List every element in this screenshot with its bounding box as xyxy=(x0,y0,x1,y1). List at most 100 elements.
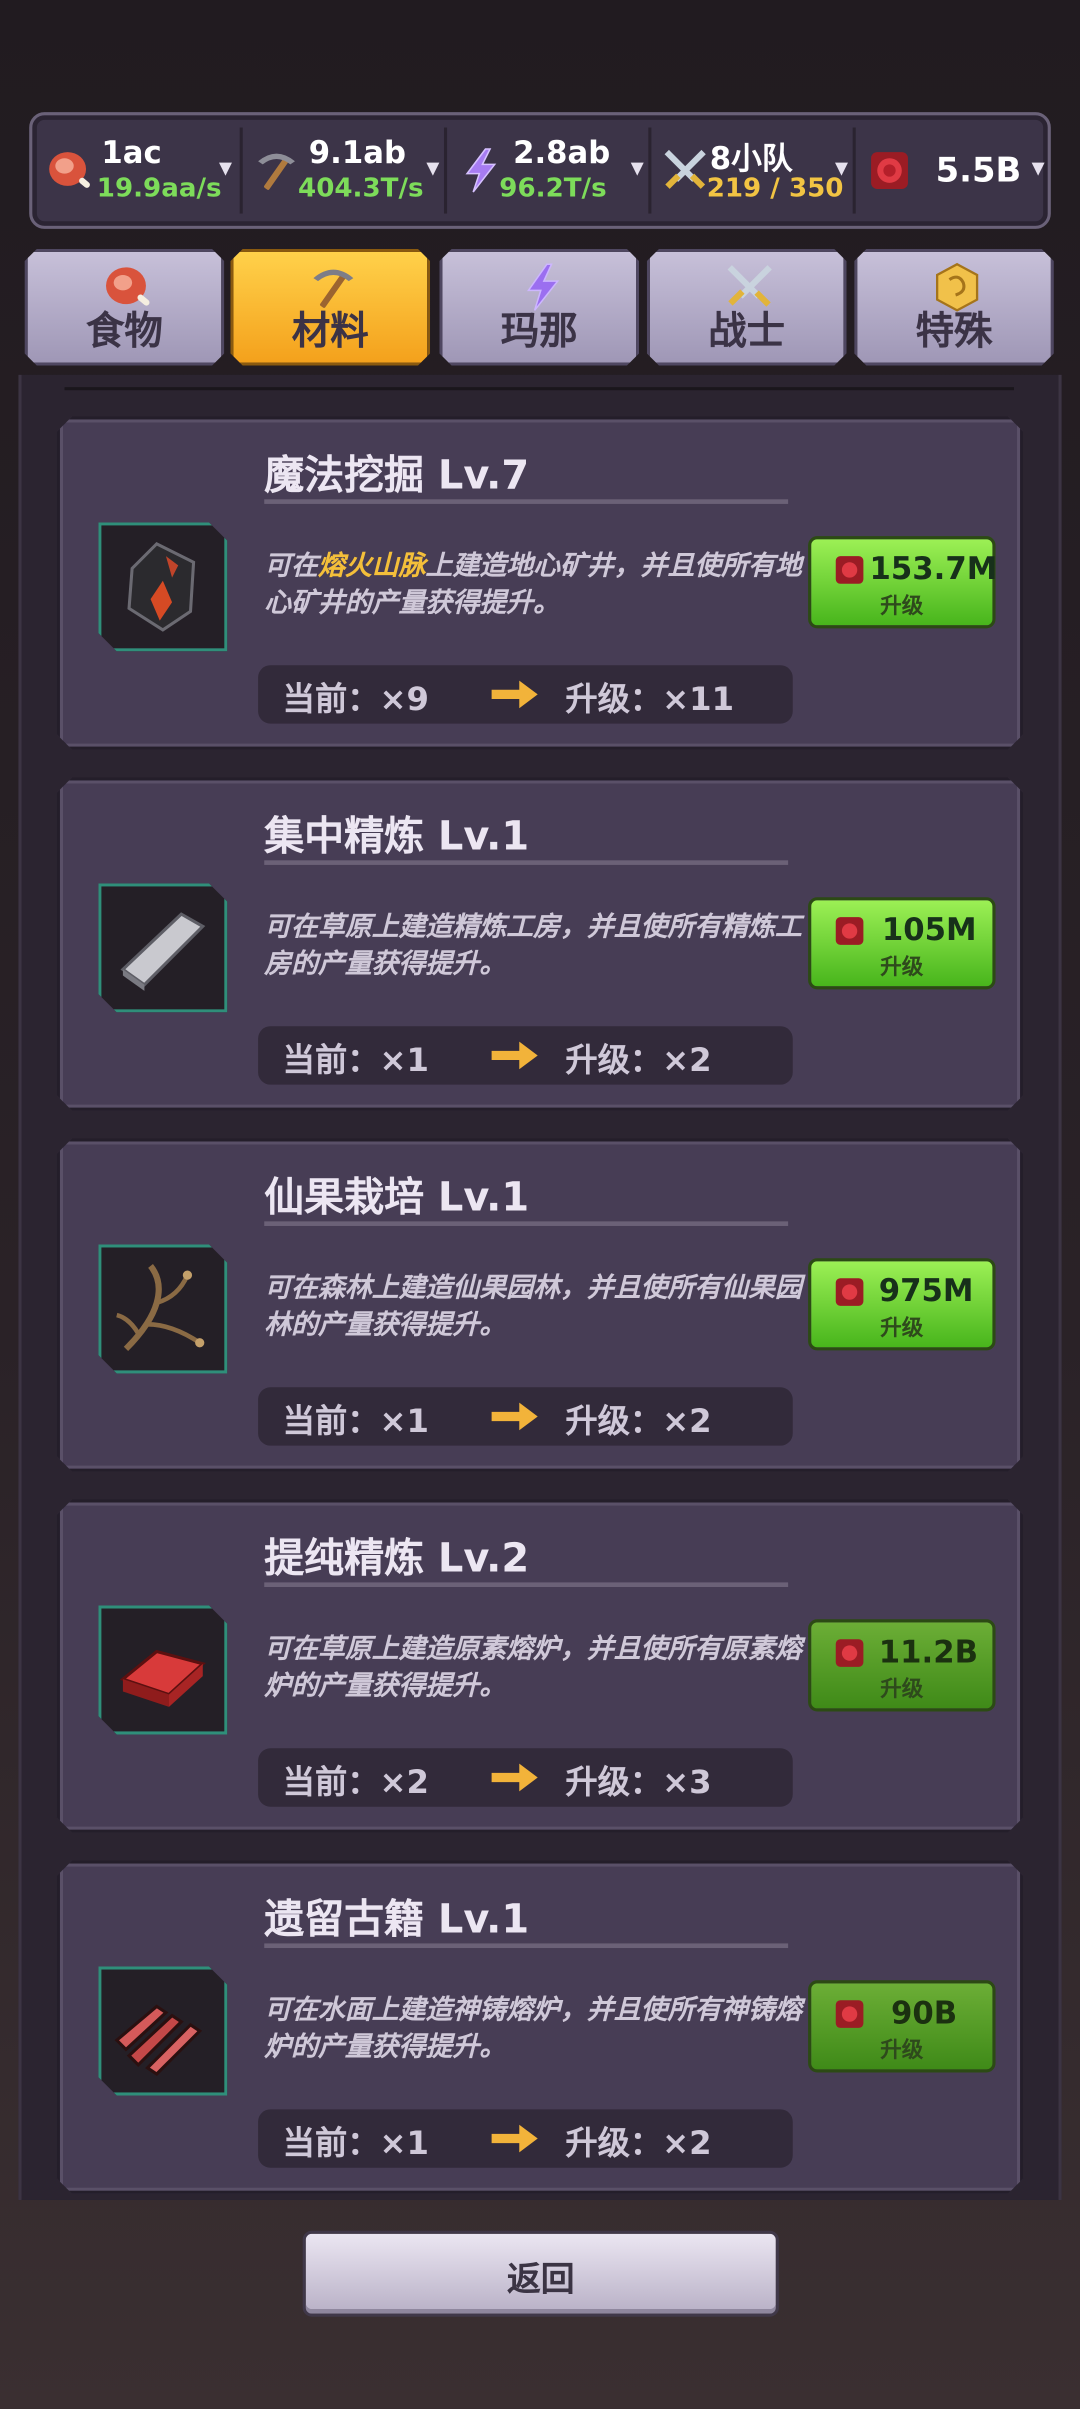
chevron-down-icon: ▼ xyxy=(1031,158,1045,179)
upgrade-button[interactable]: 105M 升级 xyxy=(808,897,995,989)
arrow-right-icon xyxy=(489,2123,541,2154)
upgrade-description: 可在草原上建造精炼工房，并且使所有精炼工房的产量获得提升。 xyxy=(264,912,802,981)
mana-amount: 2.8ab xyxy=(513,133,611,171)
upgrade-card: 仙果栽培 Lv.1 可在森林上建造仙果园林，并且使所有仙果园林的产量获得提升。 … xyxy=(57,1138,1023,1471)
resource-bar: 1ac 19.9aa/s ▼ 9.1ab 404.3T/s ▼ 2.8ab 96… xyxy=(29,112,1051,229)
branch-icon xyxy=(111,1257,215,1361)
upgrade-button-label: 升级 xyxy=(880,1316,924,1342)
upgrade-description: 可在水面上建造神铸熔炉，并且使所有神铸熔炉的产量获得提升。 xyxy=(264,1995,802,2064)
mana-rate: 96.2T/s xyxy=(499,173,607,205)
upgrade-button[interactable]: 153.7M 升级 xyxy=(808,536,995,628)
upgrade-card: 提纯精炼 Lv.2 可在草原上建造原素熔炉，并且使所有原素熔炉的产量获得提升。 … xyxy=(57,1499,1023,1832)
tab-food-label: 食物 xyxy=(86,308,163,354)
tab-special[interactable]: 特殊 xyxy=(854,249,1054,366)
next-multiplier: 升级：×2 xyxy=(565,1402,712,1440)
upgrade-price: 105M xyxy=(881,911,977,948)
upgrade-title: 遗留古籍 Lv.1 xyxy=(264,1897,530,1944)
upgrade-icon-frame xyxy=(98,1966,227,2095)
red-gem-icon xyxy=(833,1636,867,1670)
multiplier-bar: 当前：×2 升级：×3 xyxy=(258,1748,793,1806)
warriors-amount: 8小队 xyxy=(709,139,793,177)
upgrade-card: 遗留古籍 Lv.1 可在水面上建造神铸熔炉，并且使所有神铸熔炉的产量获得提升。 … xyxy=(57,1860,1023,2193)
upgrade-card: 集中精炼 Lv.1 可在草原上建造精炼工房，并且使所有精炼工房的产量获得提升。 … xyxy=(57,777,1023,1110)
tab-material[interactable]: 材料 xyxy=(230,249,430,366)
upgrade-title: 提纯精炼 Lv.2 xyxy=(264,1536,530,1583)
tab-material-label: 材料 xyxy=(291,308,369,354)
divider xyxy=(64,387,1014,391)
material-amount: 9.1ab xyxy=(308,133,406,171)
upgrade-button[interactable]: 11.2B 升级 xyxy=(808,1619,995,1711)
pickaxe-icon xyxy=(258,153,295,190)
upgrade-description: 可在森林上建造仙果园林，并且使所有仙果园林的产量获得提升。 xyxy=(264,1273,802,1342)
chevron-down-icon: ▼ xyxy=(835,158,849,179)
red-gem-icon xyxy=(833,1275,867,1309)
next-multiplier: 升级：×2 xyxy=(565,1041,712,1079)
upgrade-icon-frame xyxy=(98,522,227,651)
tab-special-label: 特殊 xyxy=(915,308,993,354)
black-ore-icon xyxy=(111,535,215,639)
tab-warriors-label: 战士 xyxy=(708,308,786,354)
multiplier-bar: 当前：×1 升级：×2 xyxy=(258,2109,793,2167)
upgrade-description: 可在熔火山脉上建造地心矿井，并且使所有地心矿井的产量获得提升。 xyxy=(264,551,802,620)
upgrade-description: 可在草原上建造原素熔炉，并且使所有原素熔炉的产量获得提升。 xyxy=(264,1634,802,1703)
gem-amount: 5.5B xyxy=(935,152,1022,191)
divider xyxy=(264,1582,788,1587)
upgrade-button-label: 升级 xyxy=(880,1677,924,1703)
current-multiplier: 当前：×1 xyxy=(282,1402,429,1440)
upgrade-button[interactable]: 975M 升级 xyxy=(808,1258,995,1350)
upgrade-button[interactable]: 90B 升级 xyxy=(808,1980,995,2072)
upgrade-icon-frame xyxy=(98,1244,227,1373)
divider xyxy=(264,1221,788,1226)
multiplier-bar: 当前：×9 升级：×11 xyxy=(258,665,793,723)
red-bars-icon xyxy=(111,1979,215,2083)
resource-material[interactable]: 9.1ab 404.3T/s ▼ xyxy=(243,124,443,216)
next-multiplier: 升级：×3 xyxy=(565,1763,712,1801)
tab-food[interactable]: 食物 xyxy=(25,249,225,366)
upgrade-price: 90B xyxy=(891,1994,958,2031)
resource-mana[interactable]: 2.8ab 96.2T/s ▼ xyxy=(447,124,647,216)
upgrade-icon-frame xyxy=(98,1605,227,1734)
current-multiplier: 当前：×2 xyxy=(282,1763,429,1801)
chevron-down-icon: ▼ xyxy=(630,158,644,179)
arrow-right-icon xyxy=(489,679,541,710)
resource-warriors[interactable]: 8小队 219 / 350 ▼ xyxy=(651,124,851,216)
red-gem-icon xyxy=(833,553,867,587)
highlight-location: 熔火山脉 xyxy=(318,551,426,583)
arrow-right-icon xyxy=(489,1762,541,1793)
warriors-capacity: 219 / 350 xyxy=(706,173,844,205)
meat-icon xyxy=(49,152,90,188)
next-multiplier: 升级：×2 xyxy=(565,2124,712,2162)
upgrade-button-label: 升级 xyxy=(880,594,924,620)
upgrade-title: 魔法挖掘 Lv.7 xyxy=(264,453,530,500)
current-multiplier: 当前：×1 xyxy=(282,1041,429,1079)
upgrade-title: 仙果栽培 Lv.1 xyxy=(264,1175,530,1222)
current-multiplier: 当前：×9 xyxy=(282,680,429,718)
upgrade-button-label: 升级 xyxy=(880,955,924,981)
red-gem-icon xyxy=(833,1997,867,2031)
arrow-right-icon xyxy=(489,1040,541,1071)
resource-food[interactable]: 1ac 19.9aa/s ▼ xyxy=(35,124,235,216)
screen: 1ac 19.9aa/s ▼ 9.1ab 404.3T/s ▼ 2.8ab 96… xyxy=(0,0,1080,2409)
upgrade-button-label: 升级 xyxy=(880,2038,924,2064)
upgrade-icon-frame xyxy=(98,883,227,1012)
upgrade-title: 集中精炼 Lv.1 xyxy=(264,814,530,861)
tab-warriors[interactable]: 战士 xyxy=(647,249,847,366)
food-rate: 19.9aa/s xyxy=(96,173,222,205)
red-ingot-icon xyxy=(111,1618,215,1722)
lightning-icon xyxy=(465,148,497,193)
arrow-right-icon xyxy=(489,1401,541,1432)
resource-gems[interactable]: 5.5B ▼ xyxy=(856,124,1048,216)
tab-mana[interactable]: 玛那 xyxy=(439,249,639,366)
multiplier-bar: 当前：×1 升级：×2 xyxy=(258,1387,793,1445)
multiplier-bar: 当前：×1 升级：×2 xyxy=(258,1026,793,1084)
crossed-swords-icon xyxy=(664,149,706,189)
food-amount: 1ac xyxy=(101,133,162,171)
upgrade-price: 975M xyxy=(878,1272,974,1309)
chevron-down-icon: ▼ xyxy=(218,158,232,179)
divider xyxy=(264,1943,788,1948)
back-button-label: 返回 xyxy=(506,2261,575,2300)
chevron-down-icon: ▼ xyxy=(426,158,440,179)
divider xyxy=(264,860,788,865)
next-multiplier: 升级：×11 xyxy=(565,680,735,718)
back-button[interactable]: 返回 xyxy=(302,2230,779,2317)
